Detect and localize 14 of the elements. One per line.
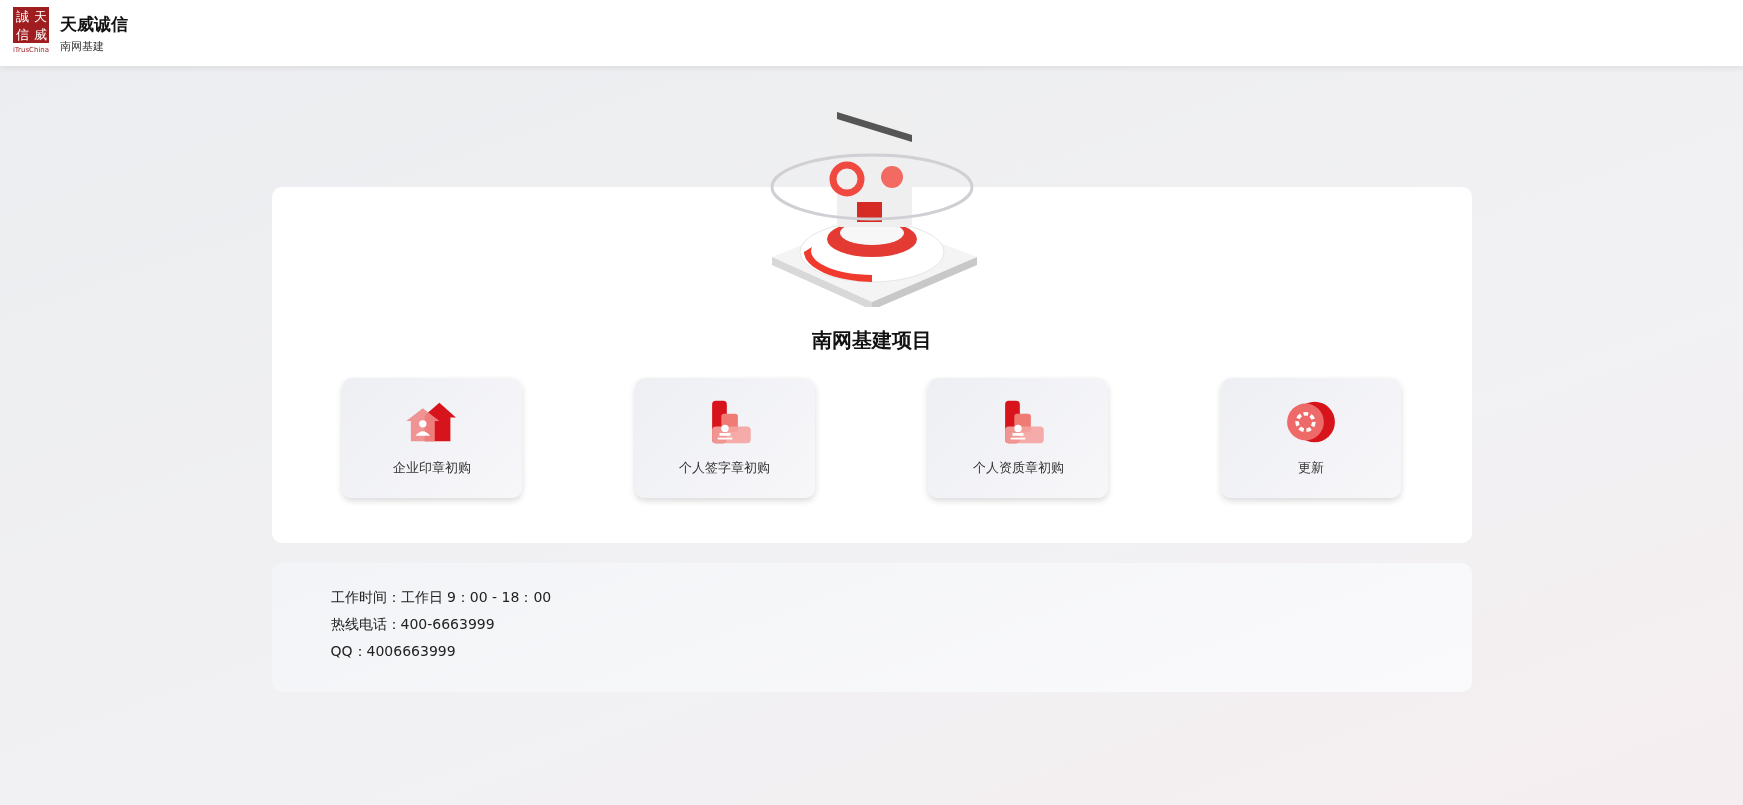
menu-tile[interactable]: 个人签字章初购 [634, 378, 815, 498]
menu-tile[interactable]: 企业印章初购 [341, 378, 522, 498]
menu-tile[interactable]: 个人资质章初购 [928, 378, 1109, 498]
contact-text: 热线电话：400-6663999 [330, 616, 496, 634]
logo-character: 威 [33, 27, 47, 41]
logo-character: 誠 [15, 9, 29, 23]
logo-character: 信 [15, 27, 29, 41]
project-title: 南网基建项目 [811, 327, 932, 354]
brand-title: 天威诚信 [60, 12, 128, 36]
contact-text: 工作时间：工作日 9：00 - 18：00 [330, 589, 553, 607]
contact-text: QQ：4006663999 [330, 643, 457, 661]
menu-tile[interactable]: 更新 [1221, 378, 1402, 498]
brand-subtitle: 南网基建 [60, 38, 105, 54]
logo-character: 天 [33, 9, 47, 23]
